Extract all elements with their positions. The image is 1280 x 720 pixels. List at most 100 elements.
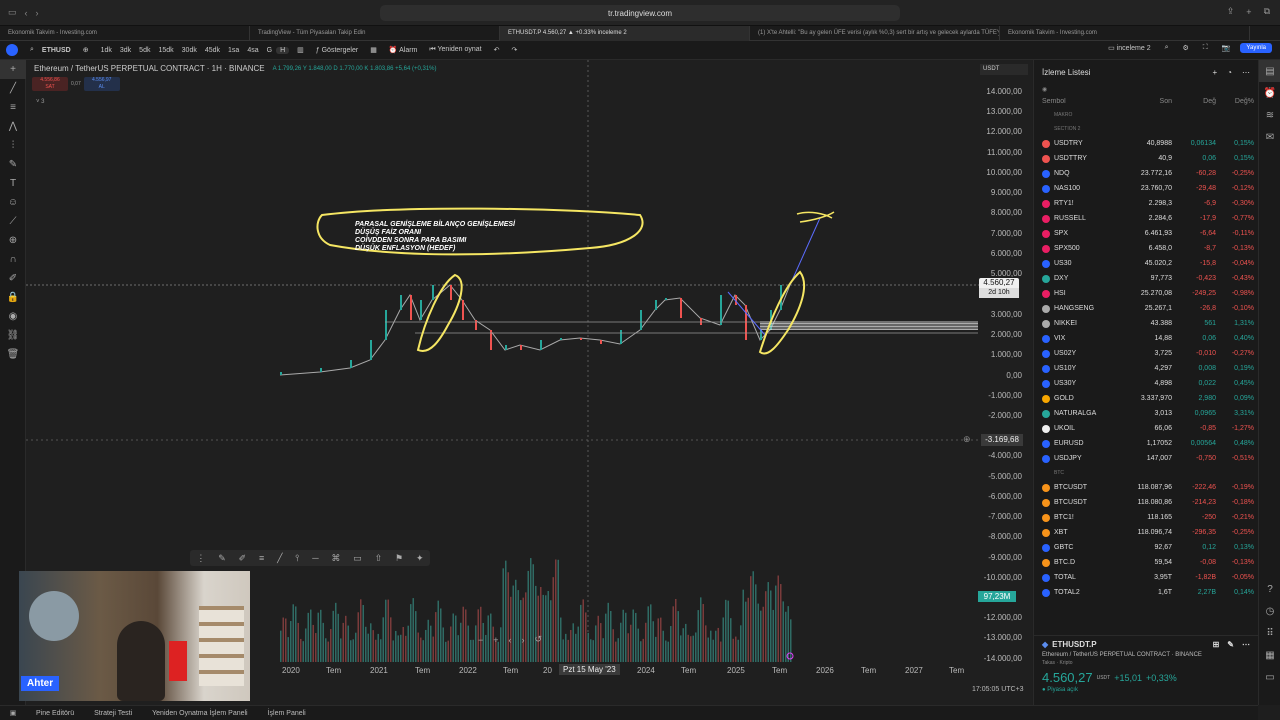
watchlist-settings-icon[interactable]: ◔ [1227, 68, 1232, 77]
watchlist-row[interactable]: UKOIL 66,06 -0,85 -1,27% [1034, 421, 1258, 436]
watchlist-row[interactable]: SPX 6.461,93 -6,64 -0,11% [1034, 226, 1258, 241]
share-icon[interactable]: ⇪ [1227, 6, 1235, 17]
watchlist-row[interactable]: BTCUSDT 118.087,96 -222,46 -0,19% [1034, 480, 1258, 495]
scroll-right-icon[interactable]: › [522, 635, 525, 645]
watchlist-section[interactable]: BTC [1034, 466, 1258, 480]
brush-icon[interactable]: ✐ [239, 553, 247, 564]
watchlist-row[interactable]: GBTC 92,67 0,12 0,13% [1034, 540, 1258, 555]
chat-icon[interactable]: ✉ [1259, 126, 1280, 148]
volume-bar [572, 623, 574, 662]
new-tab-icon[interactable]: + [1246, 7, 1251, 17]
watchlist-row[interactable]: US10Y 4,297 0,008 0,19% [1034, 361, 1258, 376]
scroll-left-icon[interactable]: ‹ [509, 635, 512, 645]
watchlist-row[interactable]: VIX 14,88 0,06 0,40% [1034, 331, 1258, 346]
detail-symbol[interactable]: ETHUSDT.P [1052, 640, 1206, 649]
watchlist-row[interactable]: NDQ 23.772,16 -60,28 -0,25% [1034, 166, 1258, 181]
watchlist-row[interactable]: DXY 97,773 -0,423 -0,43% [1034, 271, 1258, 286]
buy-button[interactable]: 4.556,97 AL [83, 77, 120, 91]
watchlist-section[interactable]: SECTION 2 [1034, 122, 1258, 136]
drag-handle-icon[interactable]: ⋮ [196, 553, 205, 564]
notifications-icon[interactable]: ◷ [1259, 600, 1280, 622]
flag-icon[interactable]: ⚑ [395, 553, 403, 564]
help-icon[interactable]: ? [1259, 578, 1280, 600]
watchlist-row[interactable]: NATURALGA 3,013 0,0965 3,31% [1034, 406, 1258, 421]
indicator-count[interactable]: ˅ 3 [36, 99, 45, 105]
rect-icon[interactable]: ▭ [353, 553, 362, 564]
price-tick: 1.000,00 [990, 350, 1022, 359]
price-tick: -2.000,00 [988, 411, 1022, 420]
hotlist-icon[interactable]: ▦ [1259, 644, 1280, 666]
watchlist-row[interactable]: USDTTRY 40,9 0,06 0,15% [1034, 151, 1258, 166]
col-symbol[interactable]: Sembol [1042, 98, 1102, 105]
settings-icon[interactable]: ⚙ [1179, 44, 1193, 52]
watchlist-row[interactable]: BTCUSDT 118.080,86 -214,23 -0,18% [1034, 495, 1258, 510]
price-axis[interactable]: 14.000,00 13.000,00 12.000,00 11.000,00 10.0… [980, 60, 1032, 682]
detail-edit-icon[interactable]: ✎ [1227, 640, 1234, 649]
fx-icon[interactable]: ✦ [416, 553, 424, 564]
volume-bar [432, 636, 434, 662]
watchlist-row[interactable]: XBT 118.096,74 -296,35 -0,25% [1034, 525, 1258, 540]
watchlist-row[interactable]: US30 45.020,2 -15,8 -0,04% [1034, 256, 1258, 271]
col-change-pct[interactable]: Değ% [1216, 98, 1254, 105]
add-symbol-icon[interactable]: + [1212, 68, 1217, 77]
watchlist-row[interactable]: BTC.D 59,54 -0,08 -0,13% [1034, 555, 1258, 570]
watchlist-row[interactable]: SPX500 6.458,0 -8,7 -0,13% [1034, 241, 1258, 256]
publish-button[interactable]: Yayınla [1240, 43, 1272, 53]
watchlist-row[interactable]: NAS100 23.760,70 -29,48 -0,12% [1034, 181, 1258, 196]
data-window-icon[interactable]: ▭ [1259, 666, 1280, 688]
col-change[interactable]: Değ [1172, 98, 1216, 105]
watchlist-row[interactable]: USDJPY 147,007 -0,750 -0,51% [1034, 451, 1258, 466]
watchlist-row[interactable]: US02Y 3,725 -0,010 -0,27% [1034, 346, 1258, 361]
volume-bar [555, 559, 557, 662]
watchlist-row[interactable]: US30Y 4,898 0,022 0,45% [1034, 376, 1258, 391]
pitchfork-icon[interactable]: ⫯ [295, 553, 299, 564]
watchlist-row[interactable]: GOLD 3.337,970 2,980 0,09% [1034, 391, 1258, 406]
col-last[interactable]: Son [1102, 98, 1172, 105]
hline-icon[interactable]: ─ [312, 553, 318, 563]
tab-overview-icon[interactable]: ⧉ [1264, 6, 1270, 17]
watchlist-row[interactable]: HSI 25.270,08 -249,25 -0,98% [1034, 286, 1258, 301]
watchlist-icon[interactable]: ▤ [1259, 60, 1280, 82]
watchlist-title[interactable]: İzleme Listesi [1042, 68, 1206, 77]
sell-button[interactable]: 4.556,86 SAT [32, 77, 68, 91]
layout-button[interactable]: ▭ inceleme 2 [1104, 44, 1154, 52]
watchlist-filter-icon[interactable]: ◉ [1042, 86, 1047, 93]
apps-icon[interactable]: ⠿ [1259, 622, 1280, 644]
watchlist-row[interactable]: RUSSELL 2.284,6 -17,9 -0,77% [1034, 211, 1258, 226]
browser-tab[interactable]: Ekonomik Takvim - Investing.com [1000, 25, 1250, 41]
watchlist-row[interactable]: TOTAL2 1,6T 2,27B 0,14% [1034, 585, 1258, 600]
candle [700, 318, 702, 325]
bottom-tab[interactable]: Pine Editörü [26, 710, 84, 717]
shape-icon[interactable]: ⌘ [331, 553, 340, 564]
lines-icon[interactable]: ≡ [259, 553, 264, 563]
bottom-tab[interactable]: İşlem Paneli [258, 710, 316, 717]
more-icon[interactable]: ⋯ [1242, 68, 1250, 77]
layers-icon[interactable]: ≋ [1259, 104, 1280, 126]
detail-more-icon[interactable]: ⋯ [1242, 640, 1250, 649]
bottom-tab[interactable]: Strateji Testi [84, 710, 142, 717]
watchlist-row[interactable]: BTC1! 118.165 -250 -0,21% [1034, 510, 1258, 525]
symbol-logo-icon [1042, 588, 1050, 597]
quick-search-icon[interactable]: ⌕ [1161, 44, 1173, 52]
watchlist-row[interactable]: RTY1! 2.298,3 -6,9 -0,30% [1034, 196, 1258, 211]
trend-icon[interactable]: ╱ [277, 553, 282, 564]
watchlist-section[interactable]: MAKRO [1034, 108, 1258, 122]
bottom-collapse-icon[interactable]: ▣ [0, 709, 26, 717]
snapshot-icon[interactable]: 📷 [1218, 44, 1235, 52]
watchlist-row[interactable]: USDTRY 40,8988 0,06134 0,15% [1034, 136, 1258, 151]
zoom-out-icon[interactable]: − [478, 635, 483, 645]
bottom-tab[interactable]: Yeniden Oynatma İşlem Paneli [142, 710, 257, 717]
watchlist-row[interactable]: TOTAL 3,95T -1,82B -0,05% [1034, 570, 1258, 585]
add-alert-icon[interactable]: ⊕ [963, 434, 971, 445]
watchlist-row[interactable]: HANGSENG 25.267,1 -26,8 -0,10% [1034, 301, 1258, 316]
reset-icon[interactable]: ↺ [535, 634, 543, 645]
watchlist-row[interactable]: EURUSD 1,17052 0,00564 0,48% [1034, 436, 1258, 451]
trade-buttons: 4.556,86 SAT 0,07 4.556,97 AL [32, 77, 120, 91]
pen-icon[interactable]: ✎ [218, 553, 226, 564]
fullscreen-icon[interactable]: ⛶ [1199, 44, 1212, 52]
zoom-in-icon[interactable]: + [493, 635, 498, 645]
alerts-icon[interactable]: ⏰ [1259, 82, 1280, 104]
watchlist-row[interactable]: NIKKEI 43.388 561 1,31% [1034, 316, 1258, 331]
arrow-icon[interactable]: ⇧ [375, 553, 383, 564]
detail-grid-icon[interactable]: ⊞ [1213, 640, 1220, 649]
